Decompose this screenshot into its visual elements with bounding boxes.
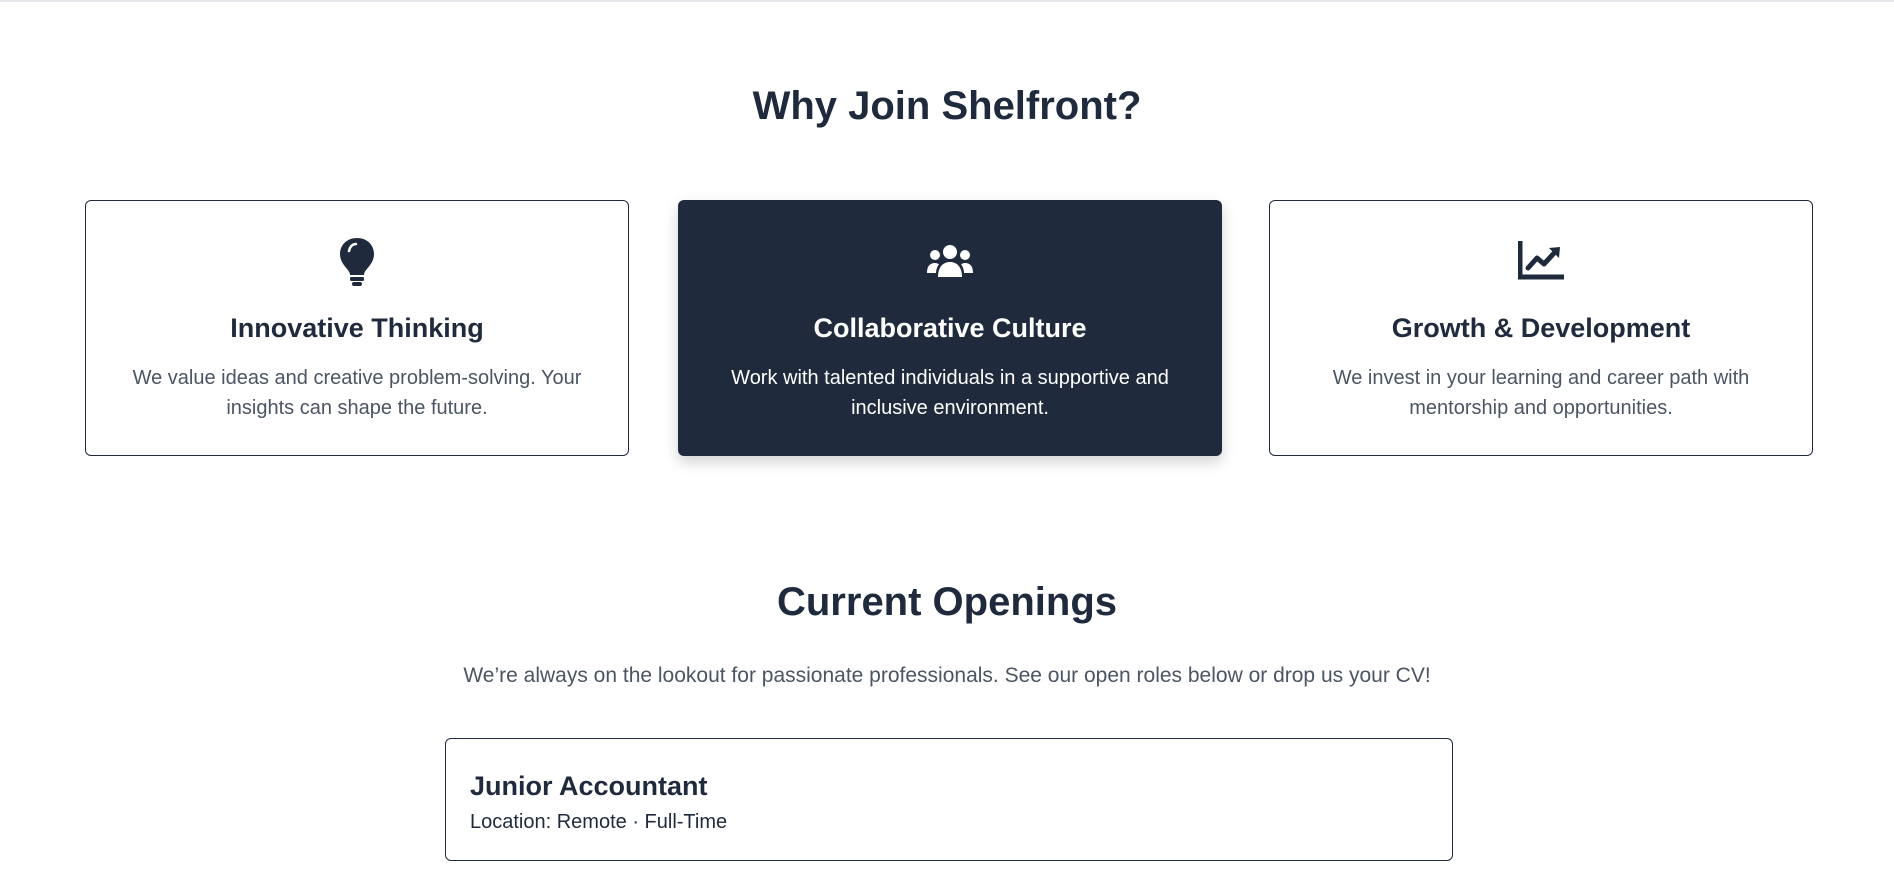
current-openings-heading: Current Openings xyxy=(776,580,1118,624)
job-meta: Location: Remote · Full-Time xyxy=(470,811,728,833)
feature-card-growth-development: Growth & Development We invest in your l… xyxy=(1269,200,1813,456)
card-title: Growth & Development xyxy=(1391,313,1691,343)
card-title: Innovative Thinking xyxy=(230,313,484,343)
job-listing-card[interactable]: Junior Accountant Location: Remote · Ful… xyxy=(445,738,1453,861)
top-divider xyxy=(0,0,1894,2)
card-description: We value ideas and creative problem-solv… xyxy=(132,367,582,419)
feature-card-innovative-thinking: Innovative Thinking We value ideas and c… xyxy=(85,200,629,456)
card-description: We invest in your learning and career pa… xyxy=(1332,367,1750,419)
job-title: Junior Accountant xyxy=(470,771,708,801)
card-title: Collaborative Culture xyxy=(813,313,1087,343)
chart-line-icon xyxy=(1515,235,1567,287)
lightbulb-icon xyxy=(331,235,383,287)
why-join-heading: Why Join Shelfront? xyxy=(752,84,1142,128)
feature-card-collaborative-culture: Collaborative Culture Work with talented… xyxy=(678,200,1222,456)
card-description: Work with talented individuals in a supp… xyxy=(731,367,1169,419)
users-icon xyxy=(924,235,976,287)
openings-subtitle: We’re always on the lookout for passiona… xyxy=(463,664,1431,687)
